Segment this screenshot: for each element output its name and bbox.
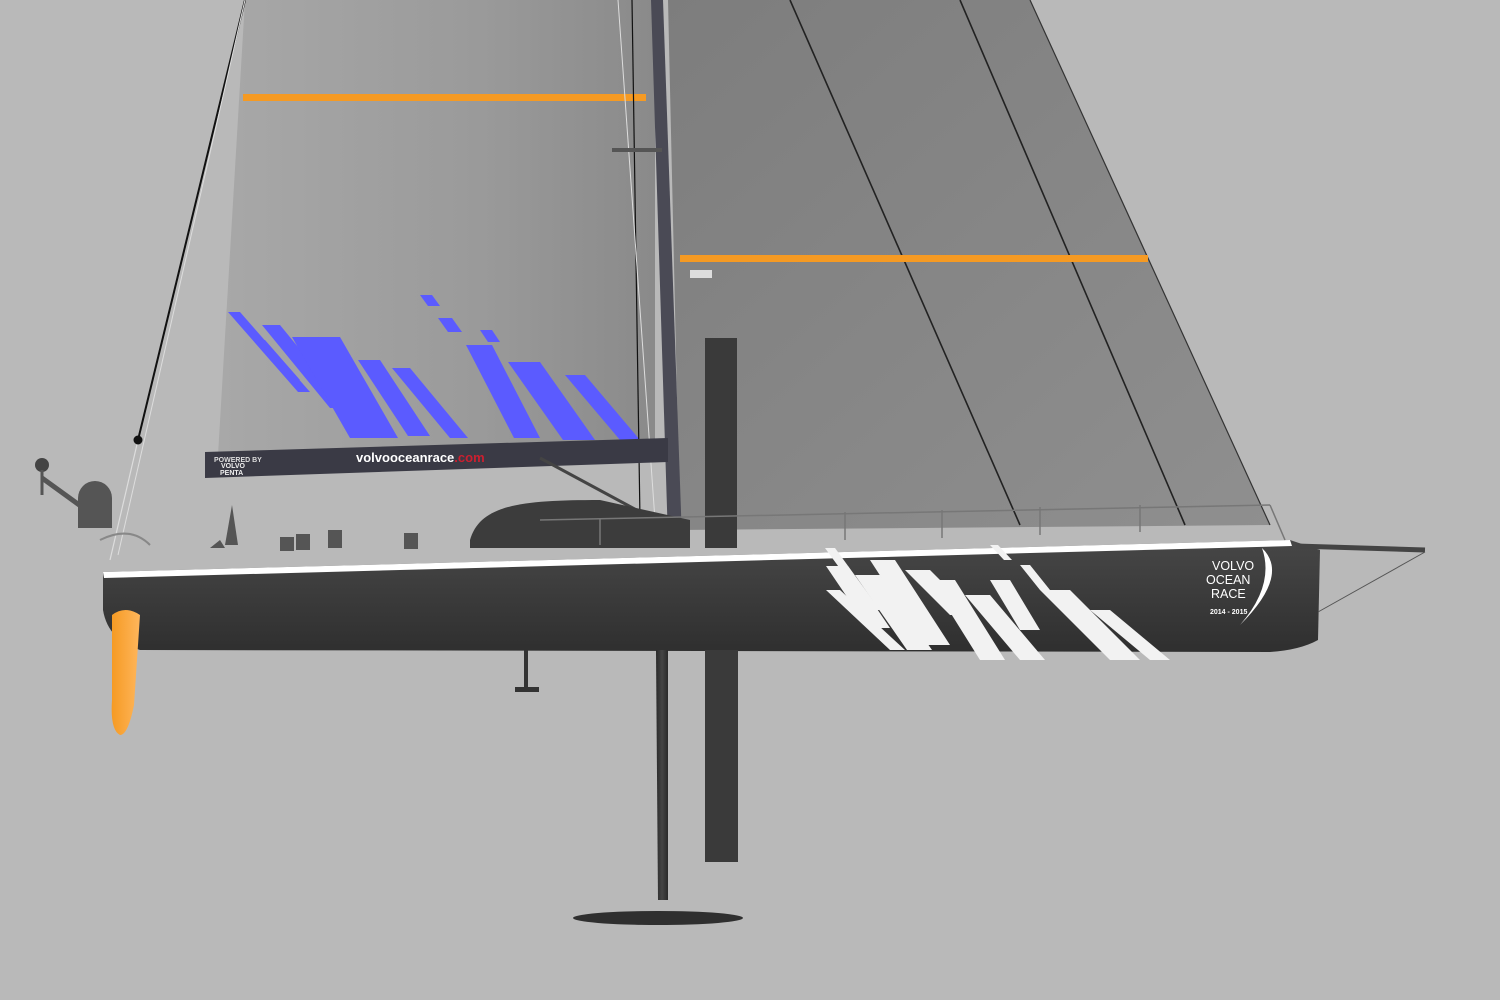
bobstay bbox=[1317, 551, 1426, 613]
coachroof bbox=[470, 500, 690, 548]
rigging-block bbox=[133, 435, 143, 445]
mast-spreader bbox=[612, 148, 662, 152]
mast-light bbox=[690, 270, 712, 278]
antenna-icon bbox=[35, 458, 49, 472]
hull-logo-years: 2014 - 2015 bbox=[1210, 609, 1247, 616]
mainsail-orange-stripe bbox=[243, 94, 646, 101]
hull-logo-line1: VOLVO bbox=[1212, 559, 1254, 573]
mainsail bbox=[218, 0, 655, 455]
jib-sail bbox=[668, 0, 1271, 530]
boom-sponsor-line1: VOLVO bbox=[221, 463, 246, 470]
hull-logo-line2: OCEAN bbox=[1206, 573, 1250, 587]
boom-url: volvooceanrace.com bbox=[356, 450, 485, 465]
deck-hardware bbox=[210, 505, 418, 551]
lower-daggerboard bbox=[705, 650, 738, 862]
rudder bbox=[111, 610, 140, 735]
stern-equipment bbox=[35, 458, 151, 546]
sailboat-scene: POWERED BY VOLVO PENTA volvooceanrace.co… bbox=[35, 0, 1426, 925]
boom-url-tld: .com bbox=[454, 450, 484, 465]
trim-foil bbox=[515, 650, 539, 692]
boom-url-main: volvooceanrace bbox=[356, 450, 454, 465]
boom-sponsor-line2: PENTA bbox=[220, 470, 243, 477]
jib-orange-stripe bbox=[680, 255, 1148, 262]
keel-bulb bbox=[573, 911, 743, 925]
hull-logo-line3: RACE bbox=[1211, 587, 1246, 601]
